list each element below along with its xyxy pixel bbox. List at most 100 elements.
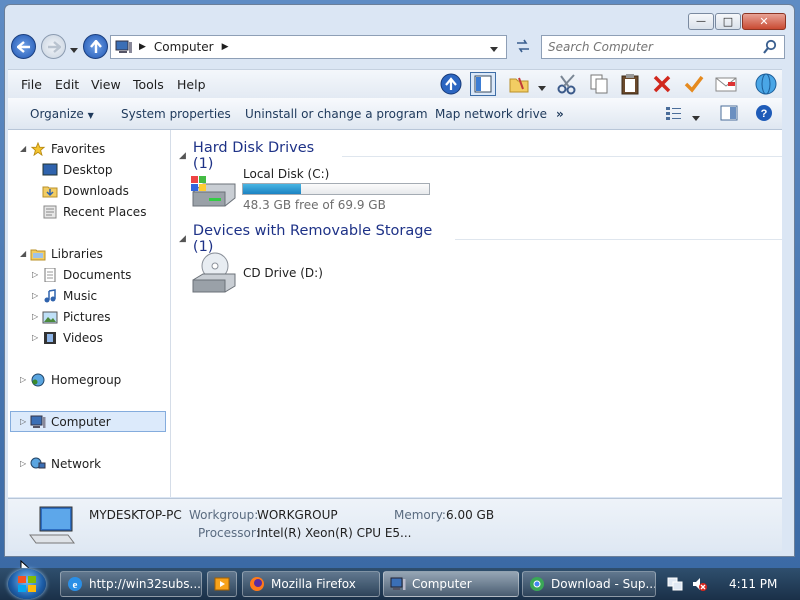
system-properties-button[interactable]: System properties bbox=[121, 107, 231, 121]
close-button[interactable]: ✕ bbox=[742, 13, 786, 30]
volume-muted-icon[interactable] bbox=[691, 576, 707, 595]
cut-button[interactable] bbox=[554, 72, 580, 96]
change-view-button[interactable] bbox=[665, 105, 683, 124]
preview-pane-button[interactable] bbox=[720, 105, 738, 124]
refresh-icon bbox=[517, 39, 529, 53]
nav-desktop[interactable]: Desktop bbox=[42, 160, 113, 180]
drive-c-free-space: 48.3 GB free of 69.9 GB bbox=[243, 198, 386, 212]
delete-button[interactable] bbox=[649, 72, 675, 96]
videos-expander-icon[interactable]: ▷ bbox=[32, 333, 38, 342]
maximize-button[interactable]: □ bbox=[715, 13, 741, 30]
details-memory-value: 6.00 GB bbox=[446, 508, 495, 522]
up-arrow-icon bbox=[440, 73, 462, 95]
minimize-button[interactable]: — bbox=[688, 13, 714, 30]
taskbar-download-button[interactable]: Download - Sup... bbox=[522, 571, 656, 597]
nav-libraries[interactable]: Libraries bbox=[30, 244, 103, 264]
forward-arrow-icon bbox=[47, 40, 61, 53]
view-icon bbox=[666, 107, 681, 120]
navigation-pane: ◢ Favorites Desktop Downloads Recent Pla… bbox=[8, 130, 171, 497]
back-button[interactable] bbox=[11, 34, 36, 59]
search-icon[interactable] bbox=[762, 39, 778, 55]
menu-edit[interactable]: Edit bbox=[55, 77, 79, 92]
nav-network[interactable]: Network bbox=[30, 454, 101, 474]
history-dropdown-icon[interactable] bbox=[70, 43, 78, 57]
nav-downloads[interactable]: Downloads bbox=[42, 181, 129, 201]
libraries-expander-icon[interactable]: ◢ bbox=[20, 249, 26, 258]
nav-computer-label: Computer bbox=[51, 415, 111, 429]
address-dropdown-icon[interactable] bbox=[490, 42, 498, 56]
pictures-icon bbox=[42, 311, 58, 324]
taskbar-clock[interactable]: 4:11 PM bbox=[729, 577, 777, 591]
network-tray-icon[interactable] bbox=[667, 576, 683, 595]
folders-pane-toggle[interactable] bbox=[470, 72, 496, 96]
copy-icon bbox=[590, 74, 608, 94]
nav-videos[interactable]: Videos bbox=[42, 328, 103, 348]
homegroup-expander-icon[interactable]: ▷ bbox=[20, 375, 26, 384]
film-icon bbox=[44, 332, 56, 344]
details-processor-label: Processor: bbox=[198, 526, 260, 540]
menu-help[interactable]: Help bbox=[177, 77, 206, 92]
nav-pictures[interactable]: Pictures bbox=[42, 307, 111, 327]
downloads-folder-icon bbox=[42, 186, 58, 198]
address-bar[interactable]: ▶ Computer ▶ bbox=[110, 35, 507, 59]
network-globe-button[interactable] bbox=[753, 72, 779, 96]
menu-tools[interactable]: Tools bbox=[133, 77, 164, 92]
taskbar-firefox-button[interactable]: Mozilla Firefox bbox=[242, 571, 380, 597]
properties-button[interactable] bbox=[681, 72, 707, 96]
breadcrumb-chevron-icon[interactable]: ▶ bbox=[222, 42, 229, 52]
nav-music[interactable]: Music bbox=[42, 286, 97, 306]
nav-desktop-label: Desktop bbox=[63, 163, 113, 177]
paste-button[interactable] bbox=[617, 72, 643, 96]
uninstall-program-button[interactable]: Uninstall or change a program bbox=[245, 107, 428, 121]
pictures-expander-icon[interactable]: ▷ bbox=[32, 312, 38, 321]
nav-recent-places[interactable]: Recent Places bbox=[42, 202, 146, 222]
search-input[interactable] bbox=[542, 39, 760, 55]
scissors-icon bbox=[557, 74, 576, 95]
refresh-button[interactable] bbox=[514, 38, 534, 56]
media-player-icon bbox=[214, 577, 230, 591]
internet-explorer-icon: e bbox=[68, 577, 82, 591]
details-pane: MYDESKTOP-PC Workgroup: WORKGROUP Memory… bbox=[8, 498, 782, 551]
nav-downloads-label: Downloads bbox=[63, 184, 129, 198]
nav-computer[interactable]: Computer bbox=[30, 412, 111, 432]
start-button[interactable] bbox=[8, 569, 46, 599]
documents-expander-icon[interactable]: ▷ bbox=[32, 270, 38, 279]
svg-text:e: e bbox=[73, 579, 78, 591]
taskbar-ie-button[interactable]: e http://win32subs... bbox=[60, 571, 202, 597]
folder-options-button[interactable] bbox=[506, 72, 532, 96]
menu-file[interactable]: File bbox=[21, 77, 42, 92]
favorites-expander-icon[interactable]: ◢ bbox=[20, 144, 26, 153]
network-expander-icon[interactable]: ▷ bbox=[20, 459, 26, 468]
group-removable-storage[interactable]: ◢ Devices with Removable Storage (1) bbox=[179, 223, 782, 255]
taskbar-download-label: Download - Sup... bbox=[551, 577, 656, 591]
taskbar-firefox-label: Mozilla Firefox bbox=[271, 577, 356, 591]
menu-view[interactable]: View bbox=[91, 77, 121, 92]
caption-buttons: — □ ✕ bbox=[687, 13, 786, 30]
map-network-drive-button[interactable]: Map network drive bbox=[435, 107, 547, 121]
taskbar-computer-button[interactable]: Computer bbox=[383, 571, 519, 597]
view-dropdown-icon[interactable] bbox=[692, 111, 700, 125]
organize-button[interactable]: Organize ▼ bbox=[30, 107, 94, 121]
up-arrow-icon bbox=[89, 39, 102, 53]
nav-documents[interactable]: Documents bbox=[42, 265, 131, 285]
nav-homegroup[interactable]: Homegroup bbox=[30, 370, 121, 390]
folder-options-dropdown-icon[interactable] bbox=[538, 81, 546, 95]
computer-expander-icon[interactable]: ▷ bbox=[20, 417, 26, 426]
cd-drive-icon bbox=[192, 252, 236, 293]
more-commands-button[interactable]: » bbox=[556, 107, 564, 121]
address-location[interactable]: Computer bbox=[154, 40, 214, 54]
computer-icon bbox=[115, 40, 132, 53]
taskbar-media-button[interactable] bbox=[207, 571, 237, 597]
nav-favorites[interactable]: Favorites bbox=[30, 139, 105, 159]
music-expander-icon[interactable]: ▷ bbox=[32, 291, 38, 300]
taskbar: e http://win32subs... Mozilla Firefox Co… bbox=[0, 568, 800, 600]
organize-label: Organize bbox=[30, 107, 84, 121]
email-button[interactable] bbox=[713, 72, 739, 96]
up-folder-button[interactable] bbox=[438, 72, 464, 96]
forward-button[interactable] bbox=[41, 34, 66, 59]
search-box bbox=[541, 35, 785, 59]
copy-button[interactable] bbox=[586, 72, 612, 96]
up-button[interactable] bbox=[83, 34, 108, 59]
help-button[interactable]: ? bbox=[755, 104, 773, 125]
star-icon bbox=[30, 142, 46, 156]
